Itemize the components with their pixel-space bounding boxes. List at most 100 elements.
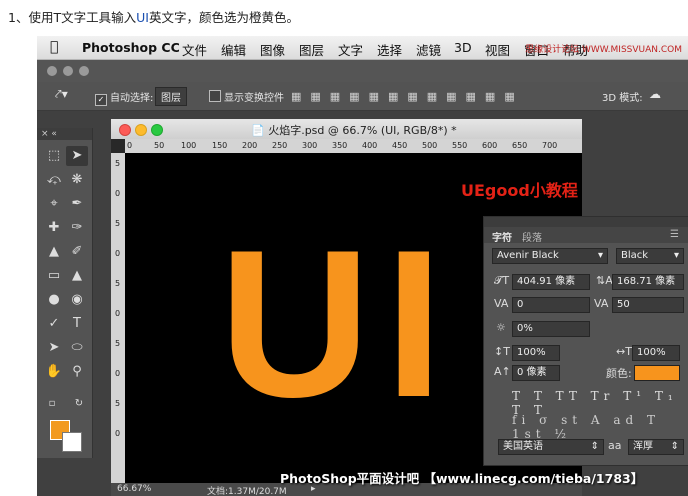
paint-bucket-icon[interactable]: ▲ xyxy=(66,266,88,286)
menu-select[interactable]: 选择 xyxy=(377,40,402,59)
vertical-scale-value: 100% xyxy=(517,347,546,358)
document-title-text: 火焰字.psd @ 66.7% (UI, RGB/8*) * xyxy=(268,124,457,137)
menu-type[interactable]: 文字 xyxy=(338,40,363,59)
pen-tool-icon[interactable]: ✓ xyxy=(43,314,65,334)
ruler-h-label: 700 xyxy=(542,141,558,150)
ruler-v-label: 5 xyxy=(115,399,121,408)
auto-select-label: 自动选择: xyxy=(110,93,154,104)
hand-tool-icon[interactable]: ✋ xyxy=(43,362,65,382)
zoom-dot[interactable] xyxy=(79,66,89,76)
menu-image[interactable]: 图像 xyxy=(260,40,285,59)
antialias-icon: aa xyxy=(608,439,622,452)
psd-file-icon: 📄 xyxy=(251,124,265,137)
3d-orbit-icon[interactable]: ☁ xyxy=(649,87,661,101)
horizontal-scale-icon: ↔T xyxy=(616,345,632,358)
tracking-value: 50 xyxy=(617,299,630,310)
tab-paragraph[interactable]: 段落 xyxy=(522,229,542,244)
horizontal-ruler: 0 50 100 150 200 250 300 350 400 450 500… xyxy=(125,139,582,153)
language-value: 美国英语 xyxy=(503,441,543,452)
color-label: 颜色: xyxy=(606,367,632,380)
footer-watermark: PhotoShop平面设计吧 【www.linecg.com/tieba/178… xyxy=(280,471,644,486)
menu-layer[interactable]: 图层 xyxy=(299,40,324,59)
tutorial-caption: 1、使用T文字工具输入UI英文字，颜色选为橙黄色。 xyxy=(8,7,299,26)
close-button[interactable] xyxy=(119,124,131,136)
marquee-tool-icon[interactable]: ⬚ xyxy=(43,146,65,166)
leading-field[interactable]: 168.71 像素 xyxy=(612,274,684,290)
watermark: 思缘设计论坛 WWW.MISSVUAN.COM xyxy=(525,45,682,55)
font-style-select[interactable]: Black ▾ xyxy=(616,248,684,264)
crop-tool-icon[interactable]: ⌖ xyxy=(43,194,65,214)
antialias-select[interactable]: 浑厚 ⇕ xyxy=(628,439,684,455)
maximize-button[interactable] xyxy=(151,124,163,136)
ruler-h-label: 50 xyxy=(154,141,165,150)
zoom-level[interactable]: 66.67% xyxy=(117,484,151,494)
vertical-scale-field[interactable]: 100% xyxy=(512,345,560,361)
path-select-icon[interactable]: ➤ xyxy=(43,338,65,358)
default-colors-icon[interactable]: ▫ xyxy=(41,394,63,414)
ruler-h-label: 650 xyxy=(512,141,528,150)
dodge-tool-icon[interactable]: ◉ xyxy=(66,290,88,310)
chevron-updown-icon: ⇕ xyxy=(590,441,599,452)
canvas-ui-text[interactable]: UI xyxy=(219,219,457,429)
align-icons[interactable]: ▦▦▦▦▦▦▦▦▦▦▦▦ xyxy=(291,90,524,103)
document-title: 📄 火焰字.psd @ 66.7% (UI, RGB/8*) * xyxy=(251,122,457,138)
menu-3d[interactable]: 3D xyxy=(454,40,472,55)
eraser-tool-icon[interactable]: ▭ xyxy=(43,266,65,286)
menu-file[interactable]: 文件 xyxy=(182,40,207,59)
horizontal-scale-field[interactable]: 100% xyxy=(632,345,680,361)
text-color-swatch[interactable] xyxy=(634,365,680,381)
blur-tool-icon[interactable]: ● xyxy=(43,290,65,310)
zoom-tool-icon[interactable]: ⚲ xyxy=(66,362,88,382)
auto-select-dropdown[interactable]: 图层 xyxy=(155,87,187,106)
eyedropper-icon[interactable]: ✒ xyxy=(66,194,88,214)
opentype-buttons[interactable]: fi σ st A ad T 1st ½ xyxy=(512,413,688,441)
background-color-swatch[interactable] xyxy=(62,432,82,452)
toolbox-header: × « xyxy=(37,128,92,140)
move-tool-icon[interactable]: ⤤▾ xyxy=(55,87,68,102)
options-bar: ⤤▾ ✓ 自动选择: 图层 显示变换控件 ▦▦▦▦▦▦▦▦▦▦▦▦ 3D 模式: … xyxy=(37,82,688,111)
minimize-dot[interactable] xyxy=(63,66,73,76)
caption-suffix: 英文字，颜色选为橙黄色。 xyxy=(148,10,299,25)
chevron-updown-icon: ⇕ xyxy=(670,441,679,452)
swap-colors-icon[interactable]: ↻ xyxy=(68,394,90,414)
mac-menubar:  Photoshop CC 文件 编辑 图像 图层 文字 选择 滤镜 3D 视… xyxy=(37,36,688,60)
minimize-button[interactable] xyxy=(135,124,147,136)
type-tool-icon[interactable]: T xyxy=(66,314,88,334)
font-family-select[interactable]: Avenir Black ▾ xyxy=(492,248,608,264)
kerning-value: 0 xyxy=(517,299,524,310)
menu-filter[interactable]: 滤镜 xyxy=(416,40,441,59)
auto-select-checkbox[interactable]: ✓ 自动选择: xyxy=(95,89,153,106)
ruler-h-label: 150 xyxy=(212,141,228,150)
menu-view[interactable]: 视图 xyxy=(485,40,510,59)
brush-tool-icon[interactable]: ✑ xyxy=(66,218,88,238)
tsume-field[interactable]: 0% xyxy=(512,321,590,337)
language-select[interactable]: 美国英语 ⇕ xyxy=(498,439,604,455)
apple-icon[interactable]:  xyxy=(50,39,58,55)
menu-edit[interactable]: 编辑 xyxy=(221,40,246,59)
baseline-shift-value: 0 像素 xyxy=(517,367,547,378)
vertical-ruler: 5 0 5 0 5 0 5 0 5 0 xyxy=(111,153,125,483)
healing-brush-icon[interactable]: ✚ xyxy=(43,218,65,238)
ellipse-tool-icon[interactable]: ⬭ xyxy=(66,338,88,358)
tracking-icon: VA xyxy=(594,297,609,310)
tab-character[interactable]: 字符 xyxy=(492,229,512,244)
ruler-v-label: 0 xyxy=(115,189,121,198)
ruler-v-label: 0 xyxy=(115,429,121,438)
3d-mode-label: 3D 模式: xyxy=(602,93,643,104)
font-size-field[interactable]: 404.91 像素 xyxy=(512,274,590,290)
kerning-field[interactable]: 0 xyxy=(512,297,590,313)
show-transform-checkbox[interactable]: 显示变换控件 xyxy=(209,89,284,104)
stamp-tool-icon[interactable]: ▲ xyxy=(43,242,65,262)
history-brush-icon[interactable]: ✐ xyxy=(66,242,88,262)
lasso-tool-icon[interactable]: ⤽ xyxy=(43,170,65,190)
move-tool-icon[interactable]: ➤ xyxy=(66,146,88,166)
panel-menu-icon[interactable]: ☰ xyxy=(670,229,679,240)
close-dot[interactable] xyxy=(47,66,57,76)
ruler-h-label: 550 xyxy=(452,141,468,150)
tracking-field[interactable]: 50 xyxy=(612,297,684,313)
kerning-icon: VA xyxy=(494,297,509,310)
magic-wand-icon[interactable]: ❋ xyxy=(66,170,88,190)
app-menu[interactable]: Photoshop CC xyxy=(82,40,180,55)
antialias-value: 浑厚 xyxy=(633,441,653,452)
baseline-shift-field[interactable]: 0 像素 xyxy=(512,365,560,381)
